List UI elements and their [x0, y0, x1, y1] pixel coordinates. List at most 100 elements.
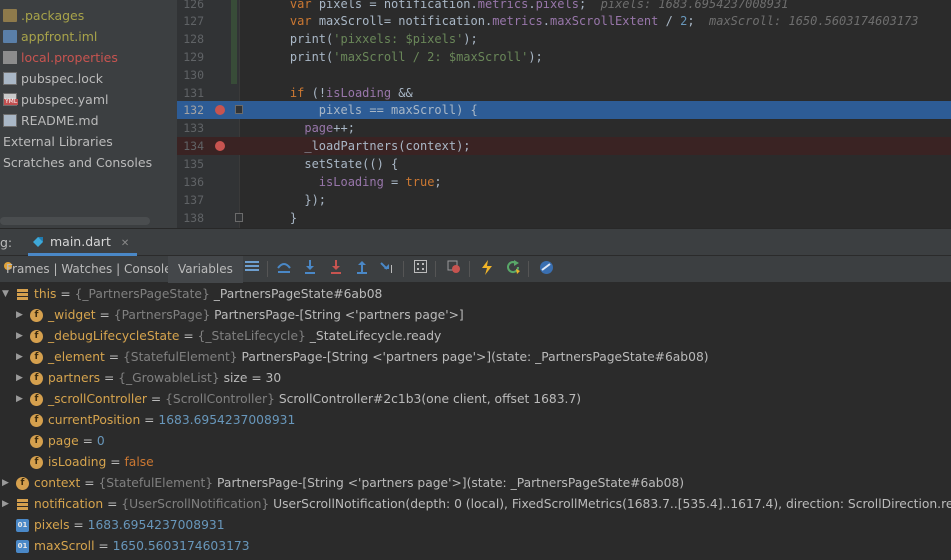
properties-file-icon [3, 51, 17, 64]
dart-icon [33, 237, 43, 247]
variable-value: size = 30 [219, 371, 282, 385]
expanded-arrow-icon[interactable]: ▼ [2, 284, 12, 305]
debug-toolbar: Frames | Watches | Console Variables [0, 256, 951, 283]
collapsed-arrow-icon[interactable]: ▶ [16, 368, 26, 389]
code-line[interactable]: 134 _loadPartners(context); [177, 137, 951, 155]
hot-reload-icon[interactable] [478, 260, 496, 278]
code-line[interactable]: 132 pixels == maxScroll) { [177, 101, 951, 119]
hot-restart-icon[interactable] [504, 260, 522, 278]
toolbar-separator [469, 261, 470, 277]
fold-marker-icon[interactable] [235, 213, 243, 222]
variable-equals: = [80, 476, 99, 490]
variable-row[interactable]: ▶ f context = {StatefulElement} PartnersPa… [0, 473, 951, 494]
variable-type: {PartnersPage} [113, 308, 211, 322]
code-token: . [542, 14, 551, 28]
tab-main-dart[interactable]: main.dart ✕ [28, 229, 138, 256]
line-number: 130 [183, 68, 204, 82]
variable-equals: = [146, 392, 166, 406]
local-variable-icon: 01 [16, 540, 29, 553]
project-tree-item-label: local.properties [21, 50, 118, 65]
object-icon [16, 498, 29, 511]
variable-row[interactable]: ▶ f _element = {StatefulElement} PartnersP… [0, 347, 951, 368]
code-token: ; [578, 0, 601, 11]
evaluate-expression-icon[interactable] [411, 260, 429, 278]
variable-value: PartnersPage-[String <'partners page'>] [210, 308, 464, 322]
variable-equals: = [100, 371, 119, 385]
project-tree-item-label: README.md [21, 113, 99, 128]
code-editor[interactable]: 126 var pixels = notification.metrics.pi… [177, 0, 951, 228]
frames-watches-console-tabs[interactable]: Frames | Watches | Console [6, 262, 172, 276]
field-icon: f [30, 372, 43, 385]
line-number: 133 [183, 121, 204, 135]
variable-name: pixels [34, 518, 70, 532]
code-text: _loadPartners(context); [261, 137, 471, 155]
code-token: pixels [535, 0, 579, 11]
horizontal-scrollbar[interactable] [0, 217, 150, 225]
variable-equals: = [69, 518, 88, 532]
variable-equals: = [140, 413, 159, 427]
variables-panel[interactable]: ▼ this = {_PartnersPageState} _PartnersPa… [0, 283, 951, 560]
code-token: . [528, 0, 536, 11]
variable-type: {_PartnersPageState} [74, 287, 210, 301]
step-into-icon[interactable] [301, 260, 319, 278]
variable-name: _element [48, 350, 105, 364]
step-over-icon[interactable] [275, 260, 293, 278]
variable-row[interactable]: f isLoading = false [0, 452, 951, 473]
variable-row[interactable]: ▶ notification = {UserScrollNotification}… [0, 494, 951, 515]
variable-row[interactable]: ▶ f partners = {_GrowableList} size = 30 [0, 368, 951, 389]
fold-marker-icon[interactable] [235, 105, 243, 114]
code-line[interactable]: 127 var maxScroll= notification.metrics.… [177, 12, 951, 30]
step-out-icon[interactable] [353, 260, 371, 278]
variable-row[interactable]: 01 maxScroll = 1650.5603174603173 [0, 536, 951, 557]
code-line[interactable]: 131 if (!isLoading && [177, 84, 951, 102]
field-icon: f [16, 477, 29, 490]
code-line[interactable]: 135 setState(() { [177, 155, 951, 173]
code-line[interactable]: 137 }); [177, 191, 951, 209]
code-token: var [289, 14, 319, 28]
variable-row[interactable]: ▼ this = {_PartnersPageState} _PartnersPa… [0, 284, 951, 305]
code-line[interactable]: 136 isLoading = true; [177, 173, 951, 191]
variable-row[interactable]: ▶ f _widget = {PartnersPage} PartnersPage-… [0, 305, 951, 326]
toolbar-separator [528, 261, 529, 277]
close-tab-icon[interactable]: ✕ [121, 238, 129, 249]
collapsed-arrow-icon[interactable]: ▶ [16, 326, 26, 347]
collapsed-arrow-icon[interactable]: ▶ [16, 347, 26, 368]
show-execution-point-icon[interactable] [243, 260, 261, 278]
iml-file-icon [3, 30, 17, 43]
force-step-into-icon[interactable] [327, 260, 345, 278]
flutter-inspector-icon[interactable] [537, 260, 555, 278]
collapsed-arrow-icon[interactable]: ▶ [2, 473, 12, 494]
variable-row[interactable]: ▶ f _debugLifecycleState = {_StateLifecycl… [0, 326, 951, 347]
breakpoint-icon[interactable] [215, 141, 225, 151]
variable-value: PartnersPage-[String <'partners page'>](… [213, 476, 685, 490]
variable-row[interactable]: ▶ f _scrollController = {ScrollController}… [0, 389, 951, 410]
variable-value: ScrollController#2c1b3(one client, offse… [274, 392, 582, 406]
line-number: 137 [183, 193, 204, 207]
collapsed-arrow-icon[interactable]: ▶ [16, 389, 26, 410]
breakpoint-icon[interactable] [215, 105, 225, 115]
collapsed-arrow-icon[interactable]: ▶ [2, 494, 12, 515]
variable-row[interactable]: 01 pixels = 1683.6954237008931 [0, 515, 951, 536]
code-line[interactable]: 138 } [177, 209, 951, 227]
variable-value: UserScrollNotification(depth: 0 (local),… [269, 497, 951, 511]
line-number: 129 [183, 50, 204, 64]
variable-name: context [34, 476, 81, 490]
code-line[interactable]: 128 print('pixxels: $pixels'); [177, 30, 951, 48]
code-token: maxScrollExtent [550, 14, 659, 28]
run-to-cursor-icon[interactable] [379, 260, 397, 278]
variable-equals: = [56, 287, 75, 301]
project-tree-item-label: pubspec.yaml [21, 92, 109, 107]
collapsed-arrow-icon[interactable]: ▶ [16, 305, 26, 326]
code-token: _loadPartners(context); [304, 139, 471, 153]
code-line[interactable]: 133 page++; [177, 119, 951, 137]
tab-variables[interactable]: Variables [168, 256, 243, 283]
variable-type: {ScrollController} [165, 392, 275, 406]
field-icon: f [30, 393, 43, 406]
variable-value: 1683.6954237008931 [158, 413, 296, 427]
code-line[interactable]: 129 print('maxScroll / 2: $maxScroll'); [177, 48, 951, 66]
code-line[interactable]: 130 [177, 66, 951, 84]
variable-row[interactable]: f page = 0 [0, 431, 951, 452]
variable-row[interactable]: f currentPosition = 1683.6954237008931 [0, 410, 951, 431]
mute-breakpoints-icon[interactable] [445, 260, 463, 278]
code-token: 'pixxels: $pixels' [333, 32, 464, 46]
